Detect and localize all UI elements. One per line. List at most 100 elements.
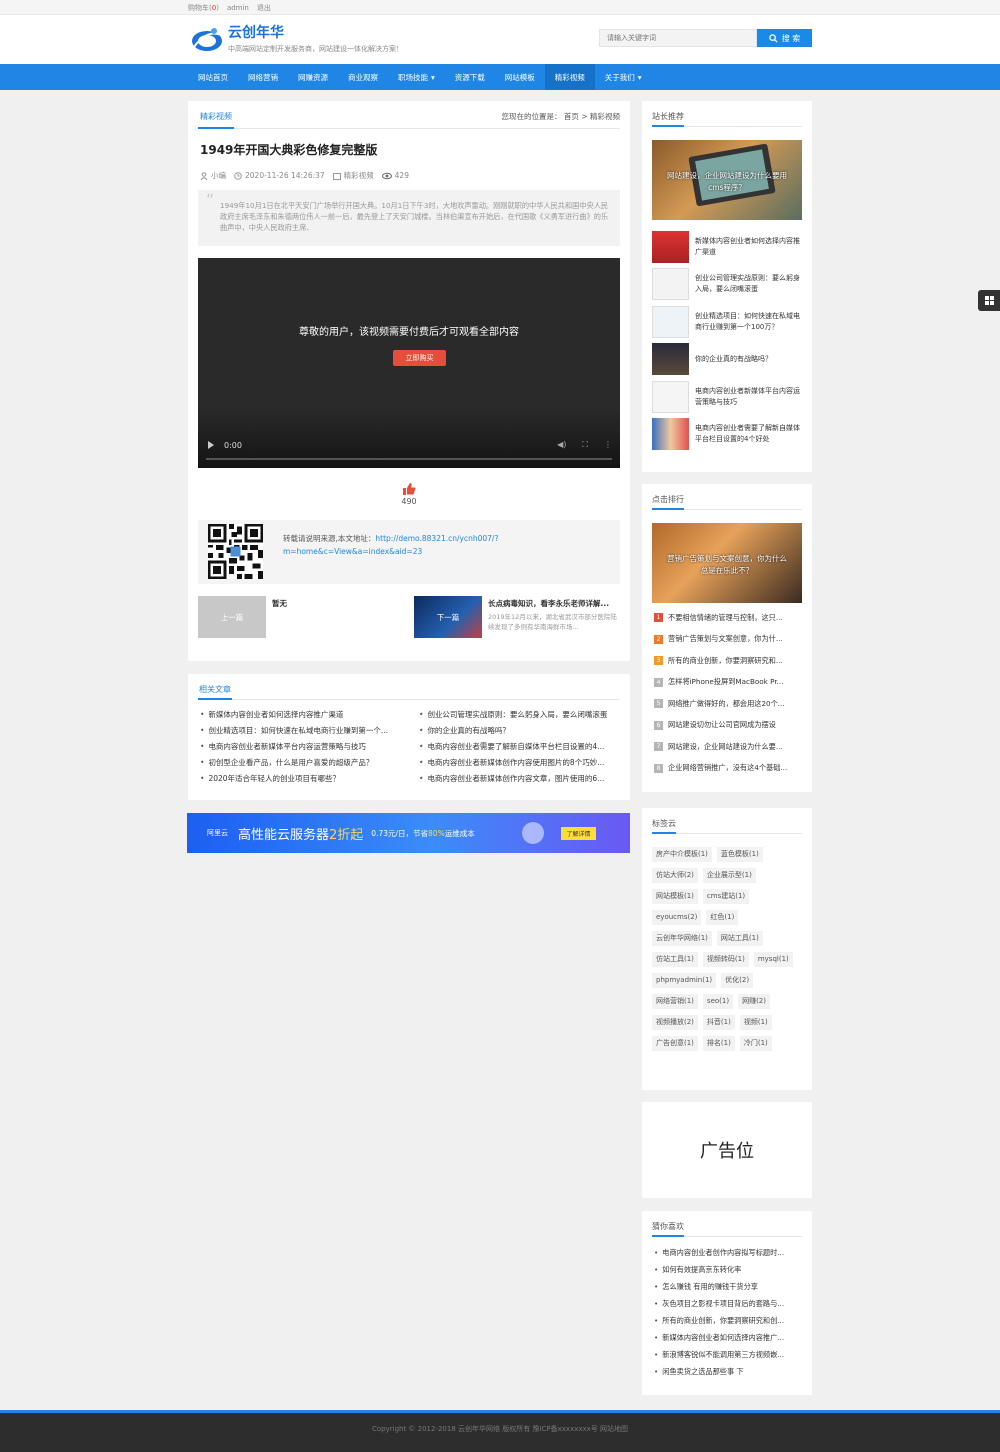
thumbs-up-icon[interactable] [402, 482, 416, 495]
nav-resources[interactable]: 网赚资源 [288, 64, 338, 90]
related-item[interactable]: 电商内容创业者新媒体创作内容文章，图片使用的6... [417, 772, 622, 786]
guess-item[interactable]: 新浪博客锐似不能调用第三方视频嵌... [652, 1346, 802, 1363]
rank-badge: 8 [654, 763, 663, 773]
tag[interactable]: 网站模板(1) [652, 889, 698, 904]
prev-article[interactable]: 上一篇 暂无 [198, 596, 398, 638]
nav-templates[interactable]: 网站模板 [495, 64, 545, 90]
tag[interactable]: 网络营销(1) [652, 994, 698, 1009]
guess-item[interactable]: 电商内容创业者创作内容拟写标题时... [652, 1244, 802, 1261]
related-item[interactable]: 电商内容创业者需要了解新自媒体平台栏目设置的4... [417, 740, 622, 754]
tag[interactable]: 广告创意(1) [652, 1036, 698, 1051]
guess-item[interactable]: 怎么赚钱 有用的赚钱干货分享 [652, 1278, 802, 1295]
ranking-item[interactable]: 2 营销广告策划与文案创意，你为什... [652, 629, 802, 651]
ranking-item[interactable]: 8 企业网络营销推广，没有这4个基础... [652, 758, 802, 780]
tag[interactable]: 视频转码(1) [702, 952, 749, 967]
search-button[interactable]: 搜 索 [757, 29, 812, 47]
nav-downloads[interactable]: 资源下载 [445, 64, 495, 90]
tag[interactable]: 网站工具(1) [716, 931, 763, 946]
guess-item[interactable]: 所有的商业创新，你要洞察研究和创... [652, 1312, 802, 1329]
video-player[interactable]: 尊敬的用户，该视频需要付费后才可观看全部内容 立即购买 0:00 ◀) ⛶ ⋮ [198, 258, 620, 468]
ad-headline-a: 高性能云服务器 [238, 827, 330, 843]
guess-item[interactable]: 如何有效提高京东转化率 [652, 1261, 802, 1278]
tag[interactable]: 房产中介模板(1) [652, 847, 712, 862]
tag[interactable]: 仿站大师(2) [652, 868, 698, 883]
category-tab[interactable]: 精彩视频 [198, 111, 234, 129]
user-link[interactable]: admin [227, 4, 249, 12]
recommend-item[interactable]: 创业公司管理实战原则：要么躬身入局，要么闭嘴滚蛋 [652, 266, 802, 304]
tag[interactable]: 排名(1) [702, 1036, 735, 1051]
ranking-item[interactable]: 4 怎样将iPhone投屏到MacBook Pr... [652, 672, 802, 694]
nav-marketing[interactable]: 网络营销 [238, 64, 288, 90]
more-options-icon[interactable]: ⋮ [604, 440, 612, 450]
play-icon[interactable] [208, 441, 214, 449]
tag[interactable]: 视频播放(2) [652, 1015, 698, 1030]
ranking-item[interactable]: 7 网站建设，企业网站建设为什么要... [652, 736, 802, 758]
recommend-hero[interactable]: 网站建设，企业网站建设为什么要用cms程序？ [652, 140, 802, 220]
nav-about[interactable]: 关于我们 ▾ [595, 64, 652, 90]
breadcrumb-home[interactable]: 首页 [564, 112, 579, 121]
recommend-item[interactable]: 创业精选项目：如何快速在私域电商行业赚到第一个100万？ [652, 303, 802, 341]
like-block[interactable]: 490 [198, 482, 620, 506]
tag[interactable]: phpmyadmin(1) [652, 973, 717, 988]
tag[interactable]: 企业展示型(1) [702, 868, 756, 883]
tag[interactable]: cms建站(1) [702, 889, 750, 904]
tag[interactable]: 优化(2) [721, 973, 754, 988]
ad-cta-button[interactable]: 了解详情 [561, 827, 596, 840]
guess-item[interactable]: 闲鱼卖货之选品那些事 下 [652, 1363, 802, 1380]
breadcrumb-current[interactable]: 精彩视频 [590, 112, 620, 121]
tag[interactable]: 云创年华网络(1) [652, 931, 712, 946]
floating-menu-button[interactable] [978, 290, 1000, 311]
site-name: 云创年华 [228, 25, 284, 41]
tag[interactable]: seo(1) [702, 994, 734, 1009]
buy-button[interactable]: 立即购买 [393, 350, 446, 366]
related-item[interactable]: 创业公司管理实战原则：要么躬身入局，要么闭嘴滚蛋 [417, 708, 622, 722]
tag[interactable]: 抖音(1) [702, 1015, 735, 1030]
related-item[interactable]: 新媒体内容创业者如何选择内容推广渠道 [198, 708, 417, 722]
nav-videos[interactable]: 精彩视频 [544, 64, 595, 90]
rank-badge: 5 [654, 699, 663, 709]
ad-banner[interactable]: 阿里云 高性能云服务器2折起 0.73元/日，节省80%运维成本 了解详情 [187, 813, 630, 853]
recommend-item[interactable]: 你的企业真的有战略吗？ [652, 341, 802, 379]
tag[interactable]: 蓝色模板(1) [716, 847, 763, 862]
logout-link[interactable]: 退出 [257, 3, 271, 13]
next-article[interactable]: 下一篇 长点病毒知识，看李永乐老师详解... 2019年12月以来，湖北省武汉市… [414, 596, 624, 638]
nav-home[interactable]: 网站首页 [188, 64, 238, 90]
related-item[interactable]: 创业精选项目：如何快速在私域电商行业赚到第一个... [198, 724, 417, 738]
fullscreen-icon[interactable]: ⛶ [582, 440, 588, 450]
related-item[interactable]: 初创型企业看产品，什么是用户喜爱的超级产品？ [198, 756, 417, 770]
search-button-label: 搜 索 [781, 33, 801, 43]
tag[interactable]: 仿站工具(1) [652, 952, 698, 967]
cart-link[interactable]: 购物车(0) [188, 3, 219, 13]
nav-business[interactable]: 商业观察 [338, 64, 388, 90]
related-item[interactable]: 电商内容创业者新媒体创作内容使用图片的8个巧妙... [417, 756, 622, 770]
tag[interactable]: 冷门(1) [739, 1036, 772, 1051]
related-item[interactable]: 你的企业真的有战略吗？ [417, 724, 622, 738]
author-name: 小编 [211, 171, 226, 180]
folder-icon [332, 172, 341, 180]
recommend-item[interactable]: 电商内容创业者需要了解新自媒体平台栏目设置的4个好处 [652, 416, 802, 454]
ranking-item[interactable]: 5 网络推广做得好的，都会用这20个... [652, 693, 802, 715]
recommend-item[interactable]: 电商内容创业者新媒体平台内容运营策略与技巧 [652, 378, 802, 416]
ranking-hero[interactable]: 营销广告策划与文案创意，你为什么总是在乐此不？ [652, 523, 802, 603]
video-progress-bar[interactable] [206, 458, 612, 460]
ranking-item[interactable]: 6 网站建设切勿让公司官网成为摆设 [652, 715, 802, 737]
ranking-item[interactable]: 3 所有的商业创新，你要洞察研究和... [652, 650, 802, 672]
category-link[interactable]: 精彩视频 [344, 170, 374, 181]
volume-icon[interactable]: ◀) [557, 440, 566, 450]
logo[interactable]: 云创年华 中高端网站定制开发服务商，网站建设一体化解决方案！ [190, 25, 403, 54]
tag[interactable]: mysql(1) [753, 952, 793, 967]
sidebar-ad[interactable]: 广告位 [642, 1102, 812, 1198]
tag[interactable]: 网赚(2) [738, 994, 770, 1009]
recommend-item[interactable]: 新媒体内容创业者如何选择内容推广渠道 [652, 228, 802, 266]
recommend-item-title: 新媒体内容创业者如何选择内容推广渠道 [695, 236, 800, 256]
guess-item[interactable]: 灰色项目之影视卡项目背后的套路与... [652, 1295, 802, 1312]
guess-item[interactable]: 新媒体内容创业者如何选择内容推广... [652, 1329, 802, 1346]
tag[interactable]: 视频(1) [739, 1015, 772, 1030]
tag[interactable]: 红色(1) [706, 910, 739, 925]
related-item[interactable]: 2020年适合年轻人的创业项目有哪些？ [198, 772, 417, 786]
related-item[interactable]: 电商内容创业者新媒体平台内容运营策略与技巧 [198, 740, 417, 754]
ranking-item[interactable]: 1 不要相信情绪的管理与控制，这只... [652, 607, 802, 629]
nav-skills[interactable]: 职场技能 ▾ [388, 64, 445, 90]
tag[interactable]: eyoucms(2) [652, 910, 702, 925]
search-input[interactable] [599, 29, 757, 47]
